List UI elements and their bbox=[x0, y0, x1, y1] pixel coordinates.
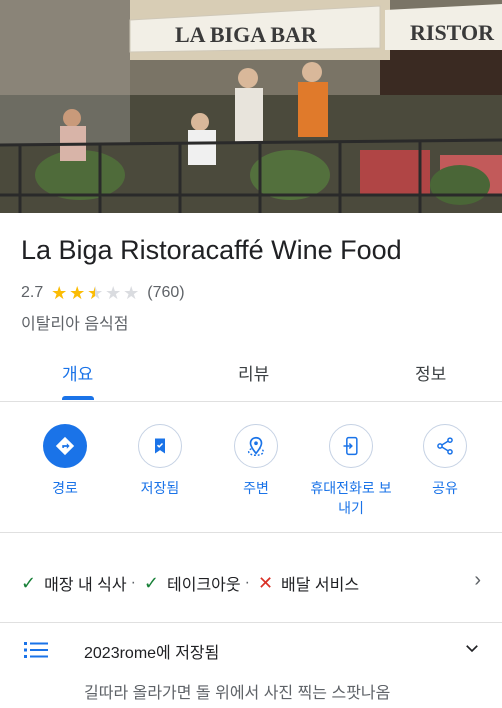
share-label: 공유 bbox=[432, 480, 458, 496]
place-photo[interactable]: LA BIGA BAR RISTOR bbox=[0, 0, 502, 213]
rating-stars: ★ ★ ★ ★ ★ bbox=[50, 284, 140, 302]
place-category[interactable]: 이탈리아 음식점 bbox=[21, 310, 129, 334]
place-name: La Biga Ristoracaffé Wine Food bbox=[21, 235, 402, 265]
nearby-icon bbox=[234, 424, 278, 468]
nearby-label: 주변 bbox=[243, 480, 269, 496]
nearby-button[interactable]: 주변 bbox=[206, 424, 306, 498]
separator: · bbox=[244, 574, 250, 591]
saved-note: 길따라 올라가면 돌 위에서 사진 찍는 스팟나옴 bbox=[84, 685, 391, 702]
tab-reviews[interactable]: 리뷰 bbox=[238, 360, 269, 385]
place-photo-illustration: LA BIGA BAR RISTOR bbox=[0, 0, 502, 213]
chevron-right-icon: › bbox=[474, 569, 481, 591]
separator: · bbox=[130, 574, 136, 591]
star-icon: ★ bbox=[51, 283, 68, 303]
cross-icon: ✕ bbox=[257, 572, 274, 593]
share-icon bbox=[423, 424, 467, 468]
directions-label: 경로 bbox=[52, 480, 78, 496]
chevron-down-icon[interactable] bbox=[463, 639, 481, 662]
delivery-label: 배달 서비스 bbox=[281, 577, 360, 594]
saved-list-section[interactable]: 2023rome에 저장됨 길따라 올라가면 돌 위에서 사진 찍는 스팟나옴 bbox=[0, 623, 502, 708]
send-to-phone-button[interactable]: 휴대전화로 보 내기 bbox=[300, 424, 402, 518]
star-empty-icon: ★ bbox=[123, 283, 140, 303]
service-options-row[interactable]: ✓ 매장 내 식사 · ✓ 테이크아웃 · ✕ 배달 서비스 › bbox=[0, 533, 502, 623]
awning-left-text: LA BIGA BAR bbox=[175, 22, 318, 47]
check-icon: ✓ bbox=[21, 572, 37, 593]
rating-row[interactable]: 2.7 ★ ★ ★ ★ ★ (760) bbox=[21, 284, 185, 302]
review-count[interactable]: (760) bbox=[147, 284, 184, 302]
star-half-icon: ★ bbox=[87, 283, 104, 303]
save-button[interactable]: 저장됨 bbox=[110, 424, 210, 498]
save-label: 저장됨 bbox=[140, 480, 180, 496]
directions-button[interactable]: 경로 bbox=[15, 424, 115, 498]
directions-icon bbox=[43, 424, 87, 468]
share-button[interactable]: 공유 bbox=[395, 424, 495, 498]
star-empty-icon: ★ bbox=[105, 283, 122, 303]
send-to-phone-label: 휴대전화로 보 내기 bbox=[310, 480, 392, 516]
send-to-phone-icon bbox=[329, 424, 373, 468]
tab-bar: 개요 리뷰 정보 bbox=[0, 346, 502, 402]
action-bar: 경로 저장됨 주변 휴대전화로 보 내기 공유 bbox=[0, 402, 502, 533]
takeout-label: 테이크아웃 bbox=[167, 577, 241, 594]
check-icon: ✓ bbox=[143, 572, 160, 593]
awning-right-text: RISTOR bbox=[410, 20, 495, 45]
tab-overview[interactable]: 개요 bbox=[62, 360, 93, 385]
list-icon bbox=[24, 641, 48, 664]
bookmark-icon bbox=[138, 424, 182, 468]
star-icon: ★ bbox=[69, 283, 86, 303]
tab-about[interactable]: 정보 bbox=[415, 360, 446, 385]
active-tab-indicator bbox=[62, 396, 94, 400]
rating-value: 2.7 bbox=[21, 284, 44, 301]
saved-list-label: 2023rome에 저장됨 bbox=[84, 645, 220, 662]
dine-in-label: 매장 내 식사 bbox=[44, 577, 127, 594]
